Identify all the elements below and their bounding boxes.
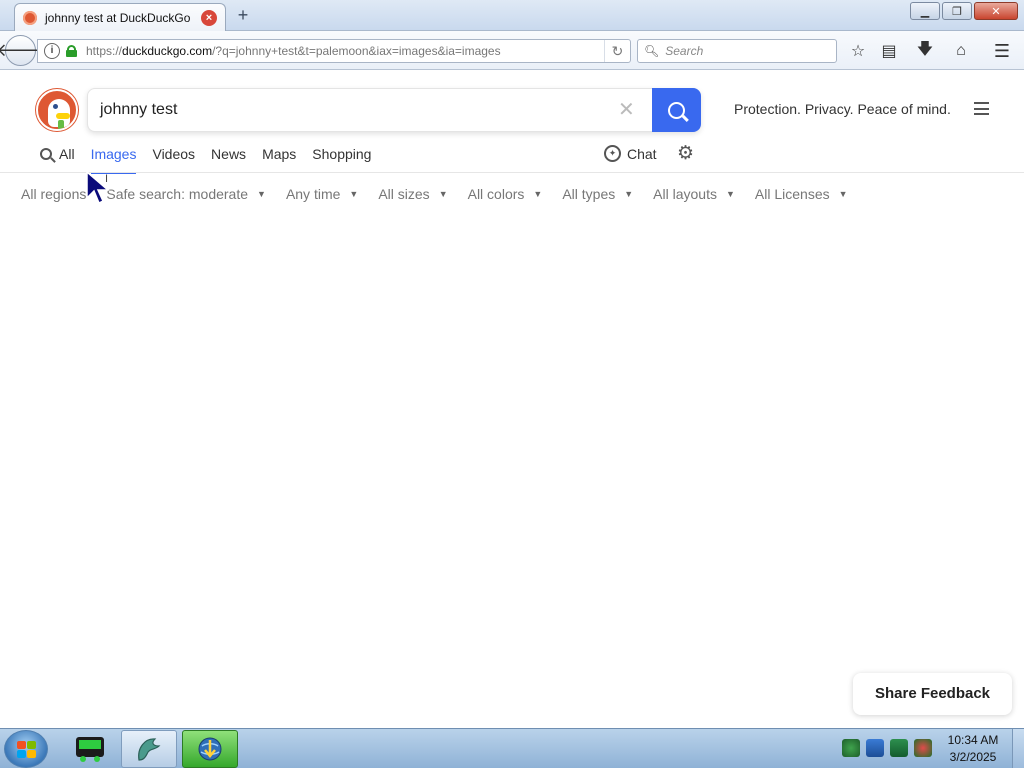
bookmark-star-icon[interactable]: ☆ [846, 39, 870, 63]
filter-type-label: All types [562, 186, 616, 202]
back-button[interactable]: 🡐 [0, 35, 45, 66]
search-input[interactable]: johnny test [100, 89, 177, 131]
system-tray [842, 739, 932, 757]
tab-close-icon[interactable]: × [201, 9, 217, 26]
filter-size[interactable]: All sizes ▼ [378, 186, 447, 202]
url-path: /?q=johnny+test&t=palemoon&iax=images&ia… [212, 44, 501, 58]
tab-all[interactable]: All [40, 144, 75, 164]
url-text[interactable]: https://duckduckgo.com/?q=johnny+test&t=… [86, 44, 604, 58]
tab-title: johnny test at DuckDuckGo [45, 10, 191, 25]
network-monitor-icon[interactable] [890, 739, 908, 757]
taskbar-app-download-manager[interactable] [182, 730, 238, 768]
filter-time[interactable]: Any time ▼ [286, 186, 358, 202]
filter-color[interactable]: All colors ▼ [468, 186, 543, 202]
url-bar[interactable]: i https://duckduckgo.com/?q=johnny+test&… [37, 39, 631, 63]
logo-duck-eye [53, 104, 58, 109]
logo-duck-tie [58, 120, 64, 129]
filter-safe-search-label: Safe search: moderate [106, 186, 249, 202]
tab-all-label: All [59, 146, 75, 162]
title-bar: johnny test at DuckDuckGo × + ▁ ❐ ✕ [0, 0, 1024, 31]
bus-app-icon [76, 737, 104, 762]
window-controls: ▁ ❐ ✕ [910, 2, 1018, 20]
clock-date: 3/2/2025 [949, 750, 997, 764]
volume-muted-icon[interactable] [914, 739, 932, 757]
new-tab-button[interactable]: + [234, 5, 252, 25]
text-cursor-icon: I [105, 173, 109, 185]
browser-tab[interactable]: johnny test at DuckDuckGo × [14, 3, 226, 31]
filter-license-label: All Licenses [754, 186, 830, 202]
restore-button[interactable]: ❐ [942, 2, 972, 20]
search-icon [40, 148, 52, 160]
chat-label: Chat [627, 145, 657, 162]
home-icon[interactable]: ⌂ [949, 39, 973, 63]
chat-bubble-icon: ✦ [604, 145, 621, 162]
taskbar-app-terminal[interactable] [62, 730, 118, 768]
bookmarks-list-icon[interactable]: ▤ [877, 39, 901, 63]
filter-time-label: Any time [285, 186, 341, 202]
filter-layout-label: All layouts [653, 186, 717, 202]
chevron-down-icon: ▼ [257, 189, 266, 199]
filter-region-label: All regions [21, 186, 87, 202]
tab-videos[interactable]: Videos [152, 144, 195, 164]
dragon-app-icon [138, 738, 161, 761]
navigation-toolbar: 🡐 i https://duckduckgo.com/?q=johnny+tes… [0, 31, 1024, 70]
globe-download-icon [198, 737, 222, 761]
lock-icon [66, 45, 77, 57]
search-button[interactable] [652, 88, 701, 132]
url-host: duckduckgo.com [122, 44, 213, 58]
browser-search-field[interactable]: 🔍︎ Search [637, 39, 837, 63]
gear-icon[interactable]: ⚙ [677, 144, 694, 163]
image-filters: All regions Safe search: moderate ▼ Any … [21, 186, 868, 202]
chevron-down-icon: ▼ [624, 189, 634, 199]
filter-color-label: All colors [467, 186, 525, 202]
taskbar-app-pale-moon[interactable] [121, 730, 177, 768]
start-button[interactable] [4, 730, 48, 768]
filter-safe-search[interactable]: Safe search: moderate ▼ [106, 186, 266, 202]
network-globe-icon[interactable] [842, 739, 860, 757]
site-info-icon[interactable]: i [44, 43, 60, 59]
chevron-down-icon: ▼ [533, 189, 543, 199]
chevron-down-icon: ▼ [725, 189, 735, 199]
windows-logo-icon [17, 741, 37, 759]
filter-size-label: All sizes [378, 186, 430, 202]
duckduckgo-favicon-icon [23, 10, 37, 25]
url-prefix: https:// [86, 44, 123, 58]
clock-time: 10:34 AM [947, 733, 999, 747]
show-desktop-button[interactable] [1012, 729, 1024, 768]
hamburger-menu-icon[interactable] [974, 102, 989, 115]
search-icon: 🔍︎ [644, 44, 660, 58]
share-feedback-button[interactable]: Share Feedback [853, 673, 1012, 715]
filter-license[interactable]: All Licenses ▼ [755, 186, 848, 202]
tab-news[interactable]: News [211, 144, 246, 164]
chevron-down-icon: ▼ [438, 189, 448, 199]
filter-region[interactable]: All regions [21, 186, 86, 202]
downloads-icon[interactable]: 🡇 [913, 39, 937, 63]
taskbar-clock[interactable]: 10:34 AM 3/2/2025 [940, 732, 1006, 766]
minimize-button[interactable]: ▁ [910, 2, 940, 20]
taskbar: 10:34 AM 3/2/2025 [0, 728, 1024, 768]
header-divider [0, 172, 1024, 173]
window-close-button[interactable]: ✕ [974, 2, 1018, 20]
filter-layout[interactable]: All layouts ▼ [653, 186, 735, 202]
reload-icon[interactable]: ↻ [604, 40, 630, 62]
chevron-down-icon: ▼ [838, 189, 848, 199]
chat-button[interactable]: ✦ Chat [604, 145, 657, 162]
clear-search-icon[interactable]: ✕ [618, 89, 635, 131]
chevron-down-icon: ▼ [349, 189, 359, 199]
filter-type[interactable]: All types ▼ [562, 186, 633, 202]
tab-maps[interactable]: Maps [262, 144, 296, 164]
search-icon [668, 101, 685, 119]
logo-duck-bill [56, 113, 70, 119]
duckduckgo-logo[interactable] [36, 89, 78, 131]
search-placeholder: Search [665, 44, 704, 58]
search-box: johnny test ✕ [87, 88, 701, 132]
tab-shopping[interactable]: Shopping [312, 144, 371, 164]
security-shield-icon[interactable] [866, 739, 884, 757]
tagline: Protection. Privacy. Peace of mind. [734, 101, 951, 117]
menu-icon[interactable]: ☰ [990, 39, 1014, 63]
